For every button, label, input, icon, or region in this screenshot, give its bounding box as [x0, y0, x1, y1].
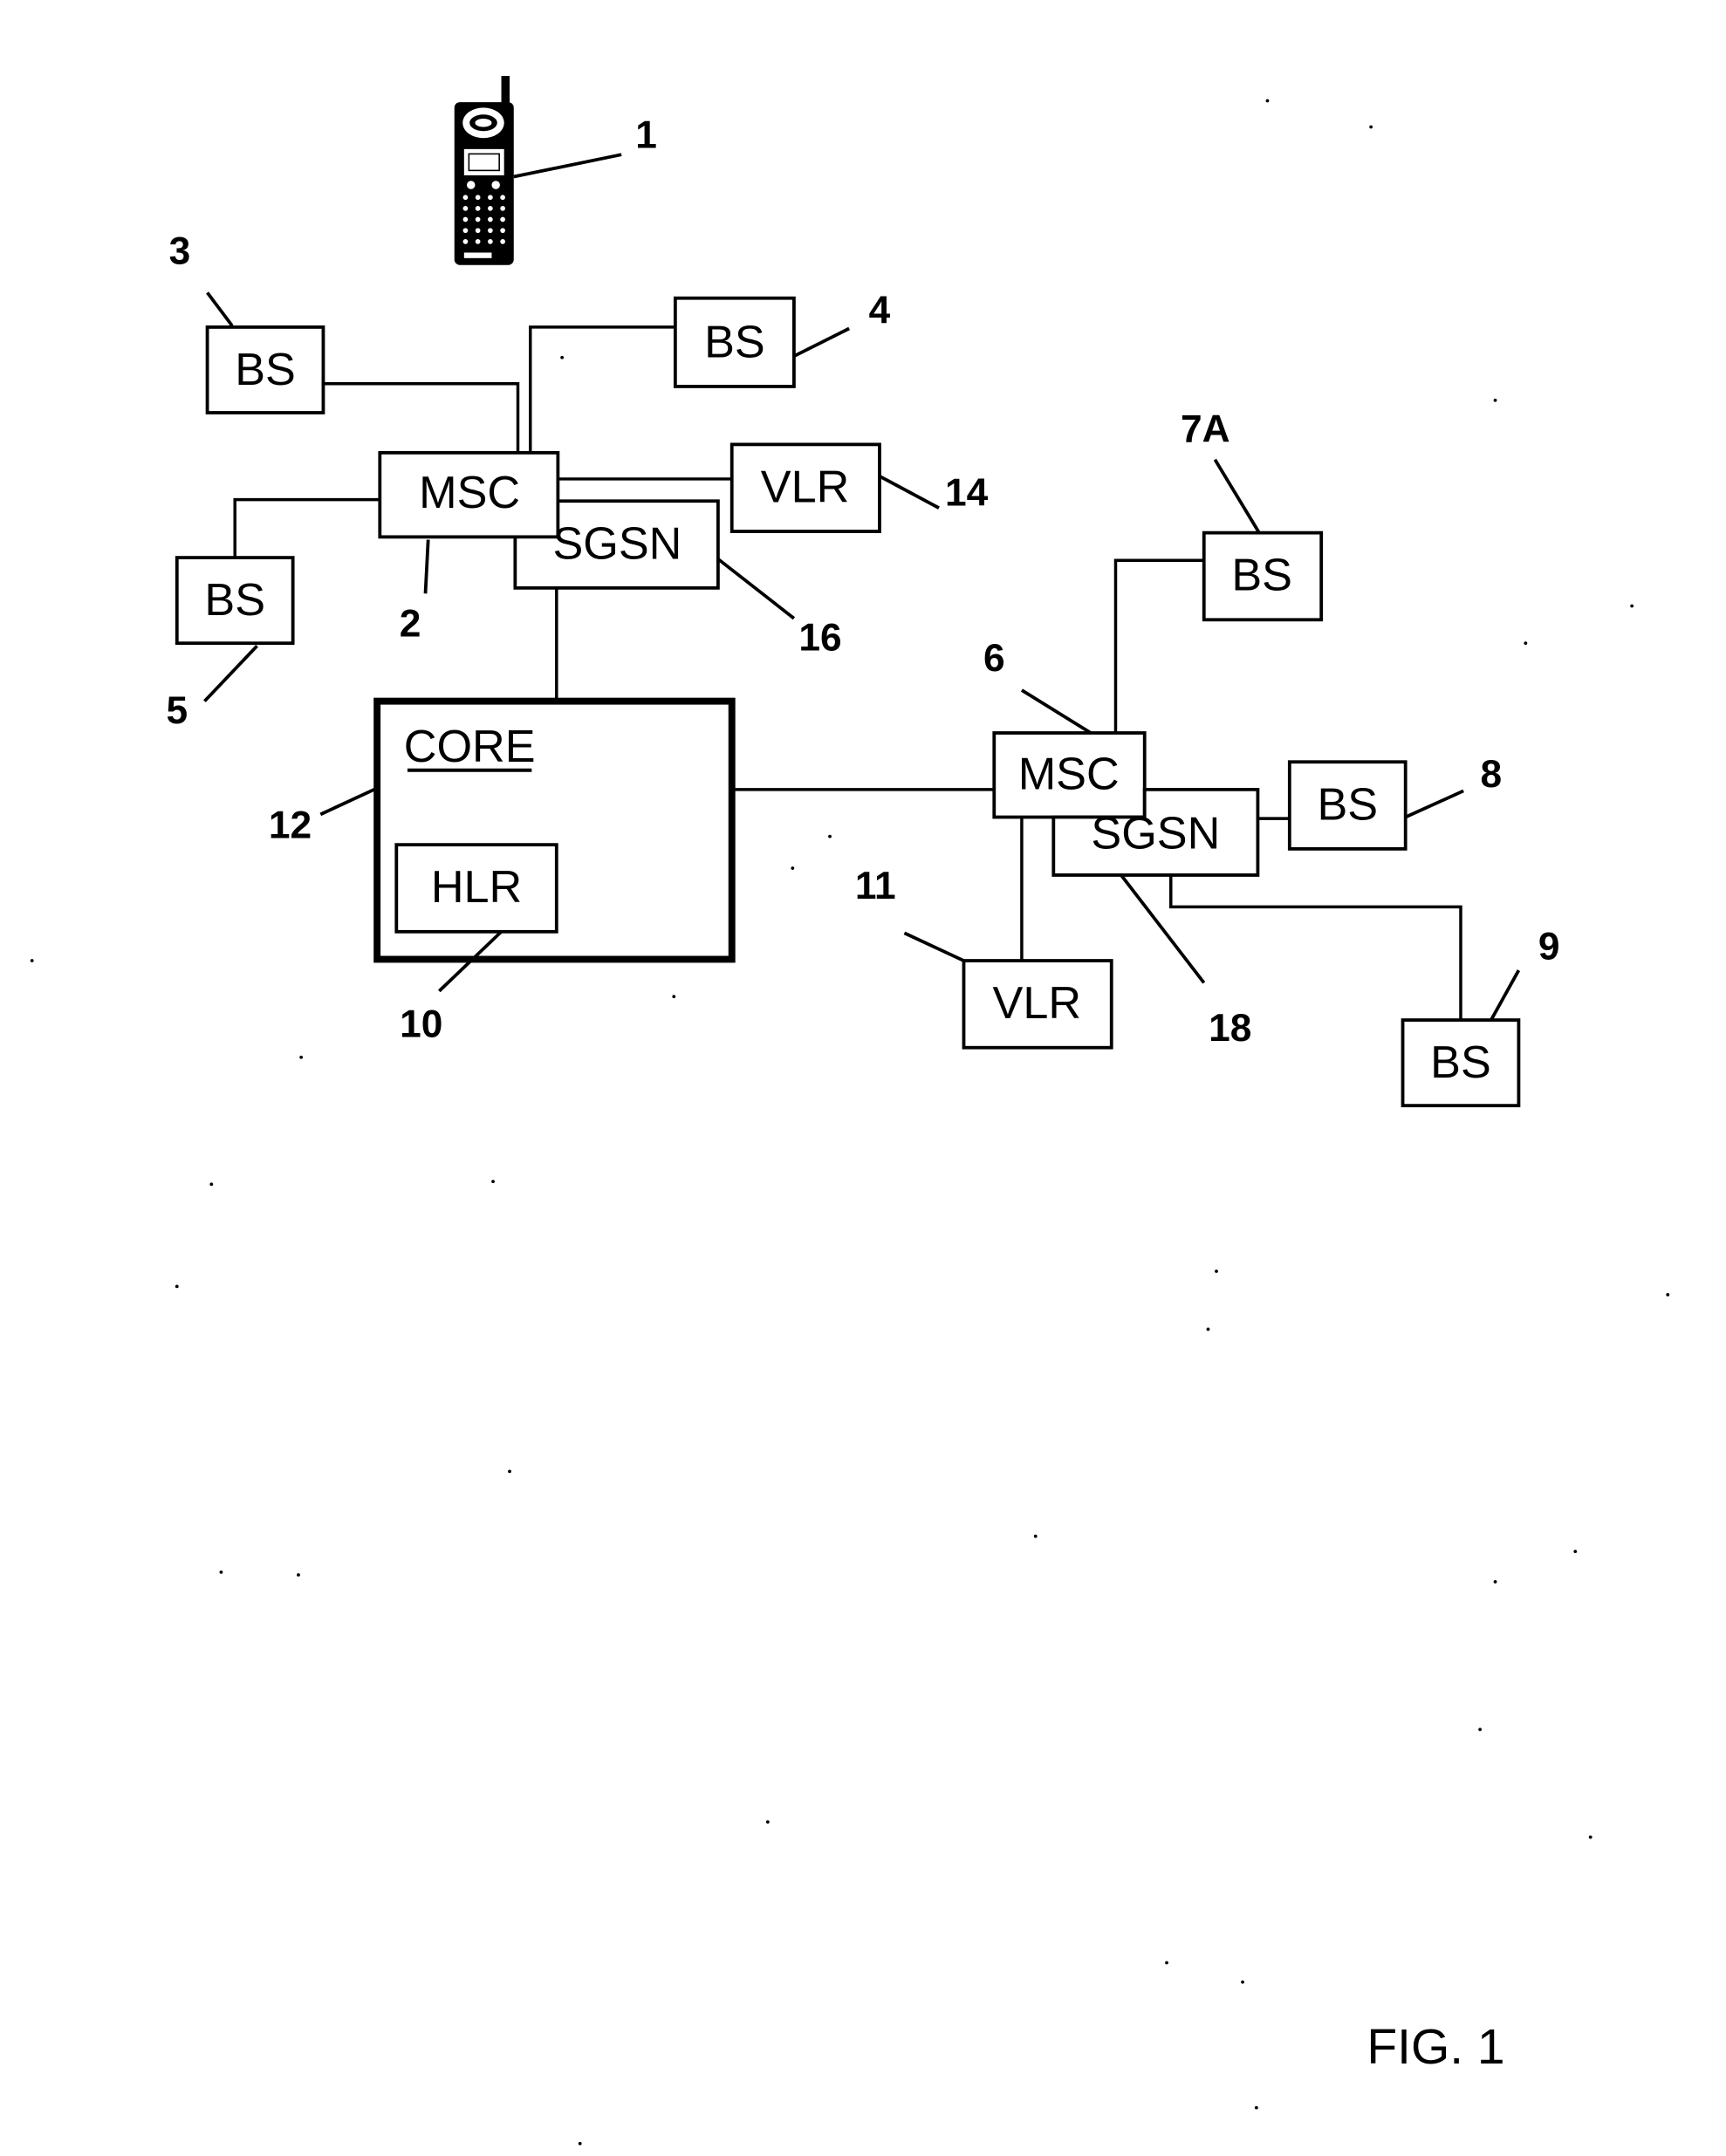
ref-7a: 7A — [1181, 407, 1230, 450]
mobile-phone-icon — [454, 76, 514, 265]
network-diagram: 1 BS 3 BS 4 MSC 2 SGSN 16 VLR 14 BS 5 CO — [30, 76, 1670, 2146]
bs-7a-label: BS — [1231, 551, 1292, 601]
leader-18 — [1120, 873, 1206, 984]
leader-7a — [1213, 458, 1261, 534]
link-msc6-bs7a — [1113, 558, 1204, 734]
bs-9-label: BS — [1430, 1037, 1491, 1088]
figure-caption: FIG. 1 — [1366, 2019, 1504, 2075]
bs-5: BS — [175, 556, 295, 646]
bs-9: BS — [1401, 1018, 1521, 1108]
leader-14 — [879, 475, 940, 510]
leader-4 — [793, 326, 851, 358]
link-bs4-msc2 — [529, 325, 675, 453]
bs-4: BS — [673, 296, 796, 388]
ref-14: 14 — [945, 471, 989, 514]
ref-1: 1 — [635, 114, 657, 157]
ref-11: 11 — [855, 865, 896, 907]
msc-2: MSC — [378, 450, 560, 539]
bs-8-label: BS — [1317, 779, 1378, 830]
msc-6: MSC — [992, 731, 1147, 819]
leader-2 — [423, 539, 430, 594]
msc-6-label: MSC — [1018, 749, 1120, 799]
leader-6 — [1020, 688, 1092, 735]
vlr-11: VLR — [962, 959, 1113, 1050]
ref-8: 8 — [1480, 753, 1502, 796]
bs-3: BS — [205, 325, 325, 414]
leader-3 — [206, 291, 234, 327]
ref-6: 6 — [983, 637, 1005, 680]
leader-9 — [1490, 969, 1521, 1021]
link-bs5-msc2 — [233, 497, 380, 558]
core-label: CORE — [404, 722, 536, 772]
ref-2: 2 — [400, 603, 421, 646]
ref-10: 10 — [400, 1003, 442, 1045]
link-sgsn18-bs9 — [1169, 874, 1462, 1021]
vlr-14-label: VLR — [761, 462, 850, 512]
bs-8: BS — [1287, 760, 1408, 851]
bs-7a: BS — [1202, 530, 1324, 622]
msc-2-label: MSC — [419, 468, 520, 518]
link-bs3-msc2 — [323, 382, 520, 453]
bs-4-label: BS — [704, 317, 765, 367]
ref-5: 5 — [166, 689, 188, 732]
leader-5 — [203, 645, 258, 702]
leader-8 — [1404, 789, 1464, 819]
ref-12: 12 — [269, 804, 312, 847]
ref-4: 4 — [869, 289, 891, 332]
leader-12 — [319, 786, 378, 817]
vlr-14: VLR — [729, 442, 881, 533]
sgsn-18-label: SGSN — [1091, 808, 1220, 859]
hlr-10-label: HLR — [431, 862, 522, 913]
leader-1 — [513, 153, 622, 179]
vlr-11-label: VLR — [993, 978, 1082, 1029]
bs-3-label: BS — [235, 345, 296, 395]
hlr-10: HLR — [394, 843, 558, 934]
ref-3: 3 — [169, 229, 191, 272]
ref-9: 9 — [1538, 926, 1560, 968]
leader-16 — [716, 558, 796, 620]
leader-11 — [903, 931, 965, 962]
sgsn-16-label: SGSN — [552, 518, 681, 569]
ref-16: 16 — [798, 616, 841, 659]
bs-5-label: BS — [204, 575, 265, 626]
ref-18: 18 — [1209, 1007, 1251, 1050]
